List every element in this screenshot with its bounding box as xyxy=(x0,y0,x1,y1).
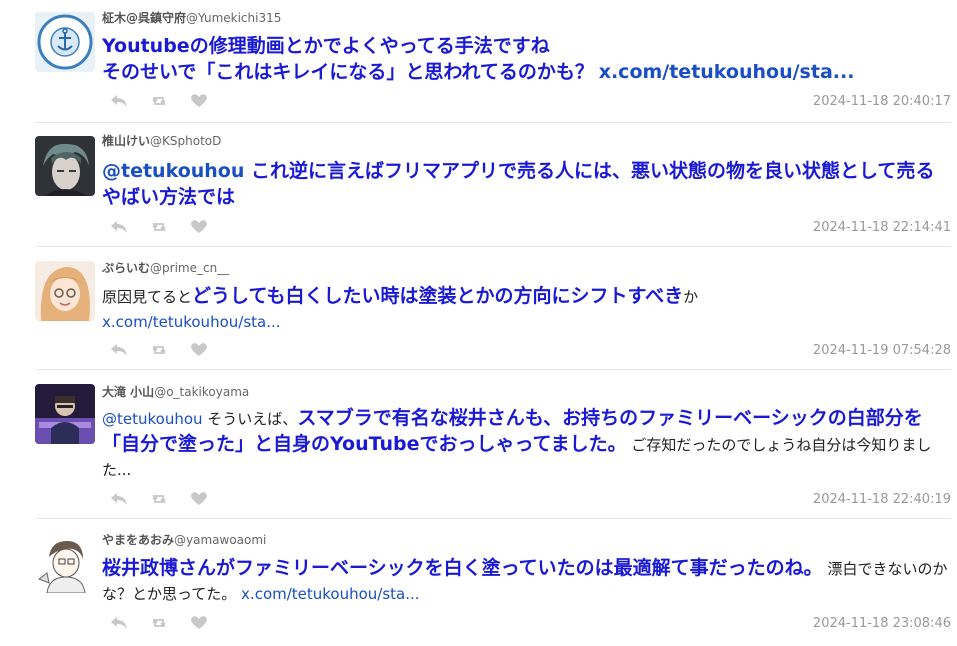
retweet-icon[interactable] xyxy=(150,615,168,634)
retweet-icon[interactable] xyxy=(150,491,168,510)
user-handle[interactable]: @Yumekichi315 xyxy=(186,11,281,25)
heart-icon[interactable] xyxy=(190,615,208,634)
tweet-link[interactable]: x.com/tetukouhou/sta... xyxy=(599,61,855,83)
tweet: やまをあおみ@yamawoaomi 桜井政博さんがファミリーベーシックを白く塗っ… xyxy=(0,519,957,646)
user-line: 柾木@呉鎮守府@Yumekichi315 xyxy=(102,9,281,26)
user-name[interactable]: 大滝 小山 xyxy=(102,385,154,399)
tweet-actions xyxy=(110,342,210,358)
tweet-text-plain: 原因見てると xyxy=(102,288,193,306)
timestamp[interactable]: 2024-11-18 22:40:19 xyxy=(813,492,951,507)
timestamp[interactable]: 2024-11-19 07:54:28 xyxy=(813,343,951,358)
tweet-text: Youtubeの修理動画とかでよくやってる手法ですね そのせいで「これはキレイに… xyxy=(102,34,952,86)
timestamp[interactable]: 2024-11-18 23:08:46 xyxy=(813,616,951,631)
mention-link[interactable]: @tetukouhou xyxy=(102,160,244,182)
retweet-icon[interactable] xyxy=(150,219,168,238)
avatar[interactable] xyxy=(35,12,95,72)
tweet-text-plain: そういえば、 xyxy=(202,410,298,428)
avatar-image xyxy=(35,261,95,321)
tweet-text-big: どうしても白くしたい時は塗装とかの方向にシフトすべき xyxy=(192,285,684,307)
tweet-feed: 柾木@呉鎮守府@Yumekichi315 Youtubeの修理動画とかでよくやっ… xyxy=(0,0,957,646)
timestamp[interactable]: 2024-11-18 22:14:41 xyxy=(813,220,951,235)
avatar-image xyxy=(35,12,95,72)
user-handle[interactable]: @yamawoaomi xyxy=(174,533,266,547)
heart-icon[interactable] xyxy=(190,93,208,112)
tweet-text-big: 桜井政博さんがファミリーベーシックを白く塗っていたのは最適解て事だったのね。 xyxy=(102,557,823,579)
tweet-text: @tetukouhou そういえば、スマブラで有名な桜井さんも、お持ちのファミリ… xyxy=(102,406,952,483)
timestamp[interactable]: 2024-11-18 20:40:17 xyxy=(813,94,951,109)
tweet-text-big: Youtubeの修理動画とかでよくやってる手法ですね xyxy=(102,35,550,57)
avatar[interactable] xyxy=(35,384,95,444)
user-line: やまをあおみ@yamawoaomi xyxy=(102,531,266,548)
user-line: ぷらいむ@prime_cn__ xyxy=(102,259,229,276)
tweet: 柾木@呉鎮守府@Yumekichi315 Youtubeの修理動画とかでよくやっ… xyxy=(0,0,957,122)
user-line: 椎山けい@KSphotoD xyxy=(102,132,221,149)
tweet-text-plain: か xyxy=(683,288,699,306)
tweet-actions xyxy=(110,491,210,507)
user-handle[interactable]: @KSphotoD xyxy=(150,134,221,148)
reply-icon[interactable] xyxy=(110,615,128,634)
tweet-actions xyxy=(110,219,210,235)
tweet: 大滝 小山@o_takikoyama @tetukouhou そういえば、スマブ… xyxy=(0,370,957,518)
user-name[interactable]: 椎山けい xyxy=(102,134,150,148)
tweet-link[interactable]: x.com/tetukouhou/sta... xyxy=(102,313,281,331)
reply-icon[interactable] xyxy=(110,93,128,112)
avatar[interactable] xyxy=(35,261,95,321)
reply-icon[interactable] xyxy=(110,491,128,510)
reply-icon[interactable] xyxy=(110,219,128,238)
retweet-icon[interactable] xyxy=(150,342,168,361)
user-name[interactable]: ぷらいむ xyxy=(102,261,150,275)
mention-link[interactable]: @tetukouhou xyxy=(102,410,203,428)
avatar-image xyxy=(35,533,95,593)
tweet-text: @tetukouhou これ逆に言えばフリマアプリで売る人には、悪い状態の物を良… xyxy=(102,159,952,211)
tweet-actions xyxy=(110,93,210,109)
tweet: 椎山けい@KSphotoD @tetukouhou これ逆に言えばフリマアプリで… xyxy=(0,123,957,246)
heart-icon[interactable] xyxy=(190,342,208,361)
avatar[interactable] xyxy=(35,533,95,593)
tweet-text-big: そのせいで「これはキレイになる」と思われてるのかも？ xyxy=(102,61,594,83)
tweet-text: 桜井政博さんがファミリーベーシックを白く塗っていたのは最適解て事だったのね。 漂… xyxy=(102,556,952,607)
retweet-icon[interactable] xyxy=(150,93,168,112)
heart-icon[interactable] xyxy=(190,219,208,238)
tweet-text: 原因見てるとどうしても白くしたい時は塗装とかの方向にシフトすべきか x.com/… xyxy=(102,284,952,335)
reply-icon[interactable] xyxy=(110,342,128,361)
avatar[interactable] xyxy=(35,136,95,196)
tweet-link[interactable]: x.com/tetukouhou/sta... xyxy=(241,585,420,603)
avatar-image xyxy=(35,384,95,444)
avatar-image xyxy=(35,136,95,196)
tweet-actions xyxy=(110,615,210,631)
user-handle[interactable]: @prime_cn__ xyxy=(150,261,229,275)
user-handle[interactable]: @o_takikoyama xyxy=(154,385,249,399)
user-name[interactable]: 柾木@呉鎮守府 xyxy=(102,11,186,25)
tweet: ぷらいむ@prime_cn__ 原因見てるとどうしても白くしたい時は塗装とかの方… xyxy=(0,247,957,369)
user-name[interactable]: やまをあおみ xyxy=(102,533,174,547)
user-line: 大滝 小山@o_takikoyama xyxy=(102,383,249,400)
heart-icon[interactable] xyxy=(190,491,208,510)
